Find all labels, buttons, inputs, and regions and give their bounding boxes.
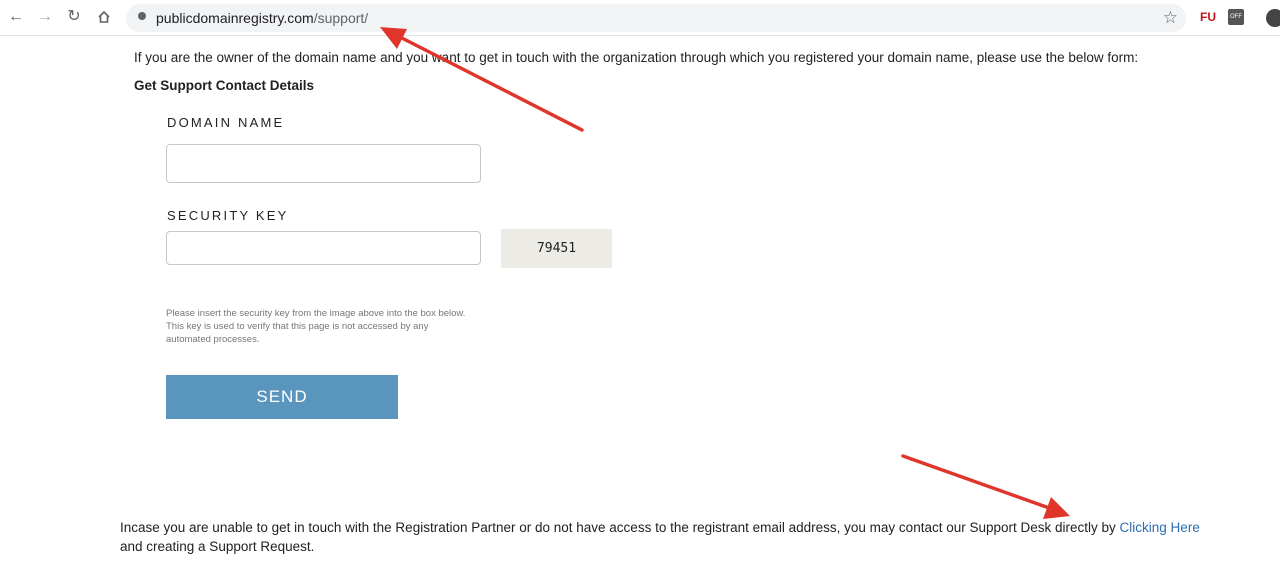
footer-text: Incase you are unable to get in touch wi… bbox=[120, 518, 1210, 556]
security-key-label: SECURITY KEY bbox=[167, 208, 289, 223]
lock-icon bbox=[138, 12, 146, 20]
send-button[interactable]: SEND bbox=[166, 375, 398, 419]
forward-icon[interactable]: → bbox=[35, 7, 55, 27]
extension-fu-icon[interactable]: FU bbox=[1199, 9, 1217, 25]
annotation-arrow-link bbox=[901, 454, 1070, 519]
home-icon[interactable] bbox=[94, 7, 114, 27]
url-path: /support/ bbox=[313, 10, 369, 26]
security-key-input[interactable] bbox=[166, 231, 481, 265]
url-text: publicdomainregistry.com/support/ bbox=[156, 10, 368, 26]
domain-name-label: DOMAIN NAME bbox=[167, 115, 285, 130]
security-help-text: Please insert the security key from the … bbox=[166, 308, 466, 345]
clicking-here-link[interactable]: Clicking Here bbox=[1120, 520, 1200, 535]
url-domain: publicdomainregistry.com bbox=[156, 10, 314, 26]
section-title: Get Support Contact Details bbox=[134, 78, 315, 93]
address-bar[interactable]: publicdomainregistry.com/support/ ☆ bbox=[126, 4, 1186, 32]
browser-toolbar: ← → ↻ publicdomainregistry.com/support/ … bbox=[0, 0, 1280, 36]
intro-text: If you are the owner of the domain name … bbox=[134, 50, 1139, 65]
footer-text-after: and creating a Support Request. bbox=[120, 539, 315, 554]
profile-avatar[interactable] bbox=[1266, 9, 1280, 27]
bookmark-star-icon[interactable]: ☆ bbox=[1163, 8, 1178, 28]
annotation-arrow-url bbox=[380, 27, 584, 132]
extension-off-icon[interactable]: OFF bbox=[1228, 9, 1244, 25]
footer-text-before: Incase you are unable to get in touch wi… bbox=[120, 520, 1120, 535]
back-icon[interactable]: ← bbox=[6, 7, 26, 27]
reload-icon[interactable]: ↻ bbox=[64, 7, 84, 27]
captcha-image: 79451 bbox=[501, 229, 612, 268]
domain-name-input[interactable] bbox=[166, 144, 481, 183]
